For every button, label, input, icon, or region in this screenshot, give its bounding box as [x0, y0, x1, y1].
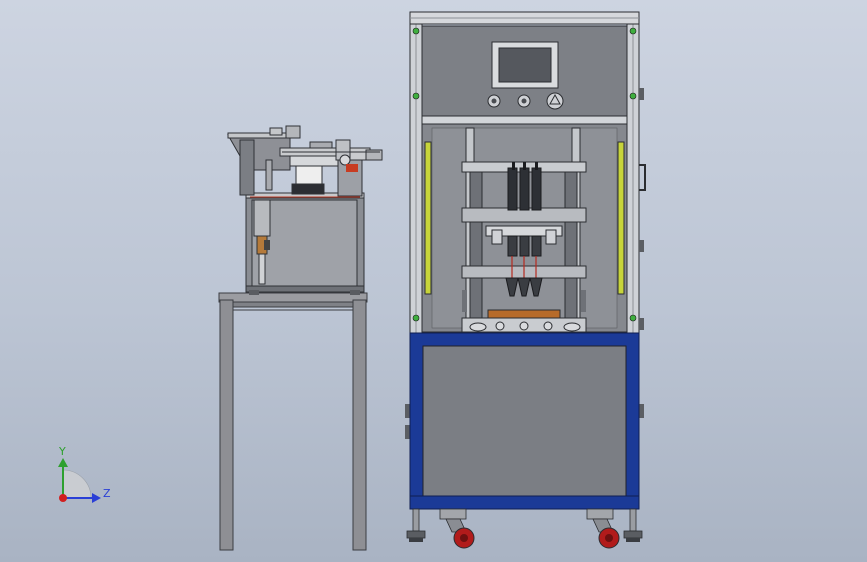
- triad-y-label: Y: [58, 445, 66, 458]
- stand-top-frame: [220, 301, 366, 308]
- leveling-foot-right: [623, 508, 643, 542]
- feeder-machine: [227, 125, 383, 295]
- caster-right: [586, 508, 620, 549]
- triad-z-label: Z: [103, 487, 111, 500]
- triad-x-axis: [59, 494, 67, 502]
- stand-right-leg: [352, 299, 367, 551]
- coordinate-triad: Y Z: [58, 445, 111, 503]
- triad-xy-plane: [62, 469, 92, 499]
- cabinet-door: [422, 345, 627, 497]
- stand-left-leg: [219, 299, 234, 551]
- triad-y-arrowhead: [58, 458, 68, 467]
- stand-top-plate: [218, 292, 368, 303]
- caster-left: [439, 508, 475, 549]
- cad-assembly-view: Y Z: [58, 11, 646, 551]
- hmi-screen: [498, 47, 552, 83]
- main-machine: [405, 11, 646, 549]
- light-curtain-right: [617, 141, 625, 295]
- light-curtain-left: [424, 141, 432, 295]
- fixture-plate: [487, 309, 561, 319]
- feeder-stand: [218, 292, 368, 551]
- leveling-foot-left: [406, 508, 426, 542]
- triad-z-arrowhead: [92, 493, 101, 503]
